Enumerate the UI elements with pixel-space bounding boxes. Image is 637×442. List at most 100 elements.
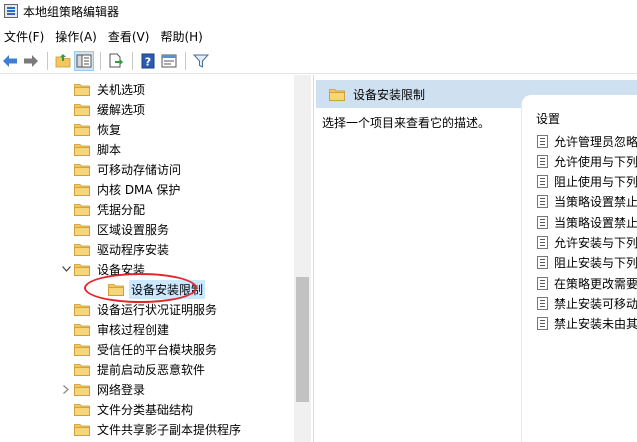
description-area: 选择一个项目来查看它的描述。 (316, 108, 521, 442)
policy-setting-row[interactable]: 阻止使用与下列 (537, 172, 637, 192)
policy-setting-row[interactable]: 禁止安装未由其 (537, 314, 637, 334)
policy-setting-row[interactable]: 允许安装与下列 (537, 233, 637, 253)
tree-item[interactable]: 文件分类基础结构 (58, 399, 195, 419)
forward-arrow-icon[interactable] (21, 51, 41, 71)
folder-icon (74, 183, 90, 196)
tree-item[interactable]: 审核过程创建 (58, 319, 171, 339)
tree-item-label: 审核过程创建 (97, 322, 170, 337)
folder-icon (74, 203, 90, 216)
folder-icon (74, 123, 90, 136)
tree-item[interactable]: 恢复 (58, 119, 123, 139)
policy-setting-label: 禁止安装未由其 (554, 317, 637, 332)
policy-setting-row[interactable]: 在策略更改需要 (537, 273, 637, 293)
scrollbar-thumb[interactable] (296, 277, 309, 402)
policy-setting-label: 允许管理员忽略 (554, 134, 637, 149)
policy-setting-icon (537, 154, 548, 168)
tree-item[interactable]: 内核 DMA 保护 (58, 179, 182, 199)
gpedit-app-icon (4, 4, 18, 18)
policy-setting-label: 在策略更改需要 (554, 276, 637, 291)
tree-item[interactable]: 文件共享影子副本提供程序 (58, 419, 243, 439)
tree-item[interactable]: 脚本 (58, 139, 123, 159)
menu-file[interactable]: 文件(F) (0, 28, 51, 45)
tree-item-label: 恢复 (97, 122, 122, 137)
folder-icon (74, 343, 90, 356)
policy-setting-label: 当策略设置禁止 (554, 215, 637, 230)
tree-item[interactable]: 受信任的平台模块服务 (58, 339, 219, 359)
tree-item[interactable]: 提前启动反恶意软件 (58, 359, 207, 379)
folder-icon (74, 83, 90, 96)
tree-item-label: 提前启动反恶意软件 (97, 362, 206, 377)
folder-icon (74, 403, 90, 416)
policy-setting-icon (537, 256, 548, 270)
policy-setting-row[interactable]: 禁止安装可移动 (537, 293, 637, 313)
policy-setting-icon (537, 215, 548, 229)
tree-item-label: 凭据分配 (97, 202, 146, 217)
policy-setting-row[interactable]: 当策略设置禁止 (537, 212, 637, 232)
tree-scrollbar[interactable] (294, 75, 311, 442)
policy-setting-row[interactable]: 允许使用与下列 (537, 151, 637, 171)
help-icon[interactable]: ? (138, 51, 158, 71)
description-text: 选择一个项目来查看它的描述。 (322, 116, 491, 130)
folder-icon (74, 323, 90, 336)
window-title: 本地组策略编辑器 (23, 4, 120, 19)
settings-list: 设置 允许管理员忽略 允许使用与下列 阻止使用与下列 当策略设置禁止 当策略设置禁止 允许… (521, 95, 637, 442)
tree-item[interactable]: 缓解选项 (58, 99, 147, 119)
folder-icon (74, 163, 90, 176)
folder-icon (74, 263, 90, 276)
toolbar-separator (132, 51, 133, 70)
policy-setting-label: 允许使用与下列 (554, 154, 637, 169)
policy-setting-label: 阻止使用与下列 (554, 175, 637, 190)
folder-icon (329, 88, 345, 101)
policy-setting-label: 阻止安装与下列 (554, 256, 637, 271)
filter-icon[interactable] (191, 51, 211, 71)
tree-item[interactable]: 区域设置服务 (58, 219, 171, 239)
folder-icon (74, 103, 90, 116)
tree-item[interactable]: 驱动程序安装 (58, 239, 171, 259)
properties-icon[interactable] (159, 51, 179, 71)
settings-column-header[interactable]: 设置 (536, 110, 560, 127)
menu-action[interactable]: 操作(A) (51, 28, 104, 45)
folder-icon (74, 383, 90, 396)
policy-setting-row[interactable]: 允许管理员忽略 (537, 131, 637, 151)
tree-item-label: 关机选项 (97, 82, 146, 97)
policy-setting-row[interactable]: 当策略设置禁止 (537, 192, 637, 212)
policy-setting-row[interactable]: 阻止安装与下列 (537, 253, 637, 273)
folder-icon (74, 143, 90, 156)
tree-item[interactable]: 网络登录 (58, 379, 147, 399)
tree-item-label: 文件分类基础结构 (97, 402, 194, 417)
chevron-right-icon[interactable] (58, 379, 74, 399)
folder-icon (74, 363, 90, 376)
tree-item[interactable]: 凭据分配 (58, 199, 147, 219)
up-folder-icon[interactable] (53, 51, 73, 71)
export-list-icon[interactable] (106, 51, 126, 71)
policy-setting-icon (537, 175, 548, 189)
toolbar-separator (47, 51, 48, 70)
menu-view[interactable]: 查看(V) (104, 28, 157, 45)
folder-icon (74, 423, 90, 436)
back-arrow-icon[interactable] (0, 51, 20, 71)
tree-item[interactable]: 可移动存储访问 (58, 159, 183, 179)
chevron-down-icon[interactable] (58, 259, 74, 279)
toolbar-separator (185, 51, 186, 70)
tree-item-label: 文件共享影子副本提供程序 (97, 422, 242, 437)
tree-item-label: 可移动存储访问 (97, 162, 182, 177)
policy-setting-icon (537, 195, 548, 209)
policy-setting-label: 禁止安装可移动 (554, 296, 637, 311)
policy-setting-label: 允许安装与下列 (554, 236, 637, 250)
menu-help[interactable]: 帮助(H) (156, 28, 209, 45)
folder-icon (74, 223, 90, 236)
tree-item-label: 区域设置服务 (97, 222, 170, 237)
show-hide-tree-icon[interactable] (74, 50, 94, 71)
tree-item[interactable]: 关机选项 (58, 79, 147, 99)
